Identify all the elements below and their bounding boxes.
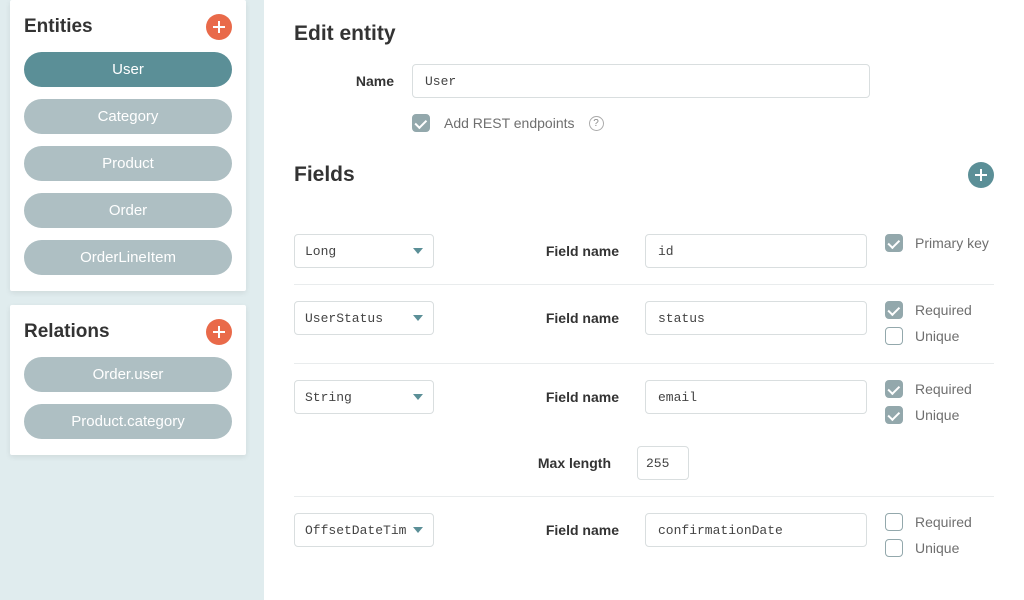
max-length-row: Max length (452, 446, 867, 480)
unique-checkbox-row: Unique (885, 406, 1024, 424)
chevron-down-icon (413, 527, 423, 533)
rest-endpoints-row: Add REST endpoints ? (412, 114, 994, 132)
entity-item[interactable]: OrderLineItem (24, 240, 232, 275)
entity-item[interactable]: User (24, 52, 232, 87)
field-row: UserStatus Field name Required Unique (294, 285, 994, 364)
add-entity-button[interactable] (206, 14, 232, 40)
help-icon[interactable]: ? (589, 116, 604, 131)
entity-item[interactable]: Category (24, 99, 232, 134)
field-name-input[interactable] (645, 234, 867, 268)
unique-checkbox-row: Unique (885, 327, 1024, 345)
required-checkbox-label: Required (915, 514, 972, 530)
relations-list: Order.user Product.category (24, 357, 232, 439)
add-relation-button[interactable] (206, 319, 232, 345)
field-type-value: OffsetDateTime (305, 523, 407, 538)
primary-key-checkbox[interactable] (885, 234, 903, 252)
field-row: String Field name Required Unique Max length (294, 364, 994, 497)
rest-checkbox[interactable] (412, 114, 430, 132)
required-checkbox[interactable] (885, 513, 903, 531)
field-type-select[interactable]: OffsetDateTime (294, 513, 434, 547)
entity-item[interactable]: Order (24, 193, 232, 228)
field-type-value: String (305, 390, 352, 405)
field-type-select[interactable]: UserStatus (294, 301, 434, 335)
field-type-select[interactable]: Long (294, 234, 434, 268)
required-checkbox-row: Required (885, 513, 1024, 531)
field-name-label: Field name (452, 234, 627, 268)
field-flags: Required Unique (885, 380, 1024, 424)
edit-entity-title: Edit entity (294, 22, 994, 46)
field-name-label: Field name (452, 380, 627, 414)
entity-name-label: Name (294, 73, 394, 89)
max-length-input[interactable] (637, 446, 689, 480)
unique-checkbox-row: Unique (885, 539, 1024, 557)
chevron-down-icon (413, 248, 423, 254)
unique-checkbox-label: Unique (915, 540, 959, 556)
fields-header: Fields (294, 162, 994, 188)
field-type-value: UserStatus (305, 311, 383, 326)
relation-item[interactable]: Product.category (24, 404, 232, 439)
entity-item[interactable]: Product (24, 146, 232, 181)
required-checkbox-row: Required (885, 301, 1024, 319)
relations-header: Relations (24, 319, 232, 345)
primary-key-checkbox-row: Primary key (885, 234, 1024, 252)
field-flags: Required Unique (885, 301, 1024, 345)
required-checkbox-label: Required (915, 381, 972, 397)
entities-list: User Category Product Order OrderLineItem (24, 52, 232, 275)
field-name-label: Field name (452, 513, 627, 547)
relation-item[interactable]: Order.user (24, 357, 232, 392)
required-checkbox-label: Required (915, 302, 972, 318)
entity-name-input[interactable] (412, 64, 870, 98)
field-row: OffsetDateTime Field name Required Unique (294, 497, 994, 575)
primary-key-checkbox-label: Primary key (915, 235, 989, 251)
field-name-input[interactable] (645, 380, 867, 414)
chevron-down-icon (413, 394, 423, 400)
relations-card: Relations Order.user Product.category (10, 305, 246, 455)
unique-checkbox-label: Unique (915, 328, 959, 344)
relations-title: Relations (24, 321, 110, 343)
unique-checkbox-label: Unique (915, 407, 959, 423)
unique-checkbox[interactable] (885, 539, 903, 557)
required-checkbox[interactable] (885, 380, 903, 398)
field-name-input[interactable] (645, 301, 867, 335)
chevron-down-icon (413, 315, 423, 321)
fields-container: Long Field name Primary key UserStatus Field… (294, 218, 994, 575)
entities-title: Entities (24, 16, 93, 38)
unique-checkbox[interactable] (885, 406, 903, 424)
max-length-label: Max length (452, 446, 619, 480)
required-checkbox-row: Required (885, 380, 1024, 398)
field-name-input[interactable] (645, 513, 867, 547)
entities-card: Entities User Category Product Order OrderLi… (10, 0, 246, 291)
unique-checkbox[interactable] (885, 327, 903, 345)
main-panel: Edit entity Name Add REST endpoints ? Fi… (264, 0, 1024, 600)
field-flags: Required Unique (885, 513, 1024, 557)
field-flags: Primary key (885, 234, 1024, 252)
entity-name-row: Name (294, 64, 994, 98)
fields-title: Fields (294, 163, 355, 187)
add-field-button[interactable] (968, 162, 994, 188)
field-type-value: Long (305, 244, 336, 259)
field-name-label: Field name (452, 301, 627, 335)
field-type-select[interactable]: String (294, 380, 434, 414)
required-checkbox[interactable] (885, 301, 903, 319)
rest-label: Add REST endpoints (444, 115, 575, 131)
entities-header: Entities (24, 14, 232, 40)
field-row: Long Field name Primary key (294, 218, 994, 285)
sidebar: Entities User Category Product Order OrderLi… (0, 0, 246, 600)
